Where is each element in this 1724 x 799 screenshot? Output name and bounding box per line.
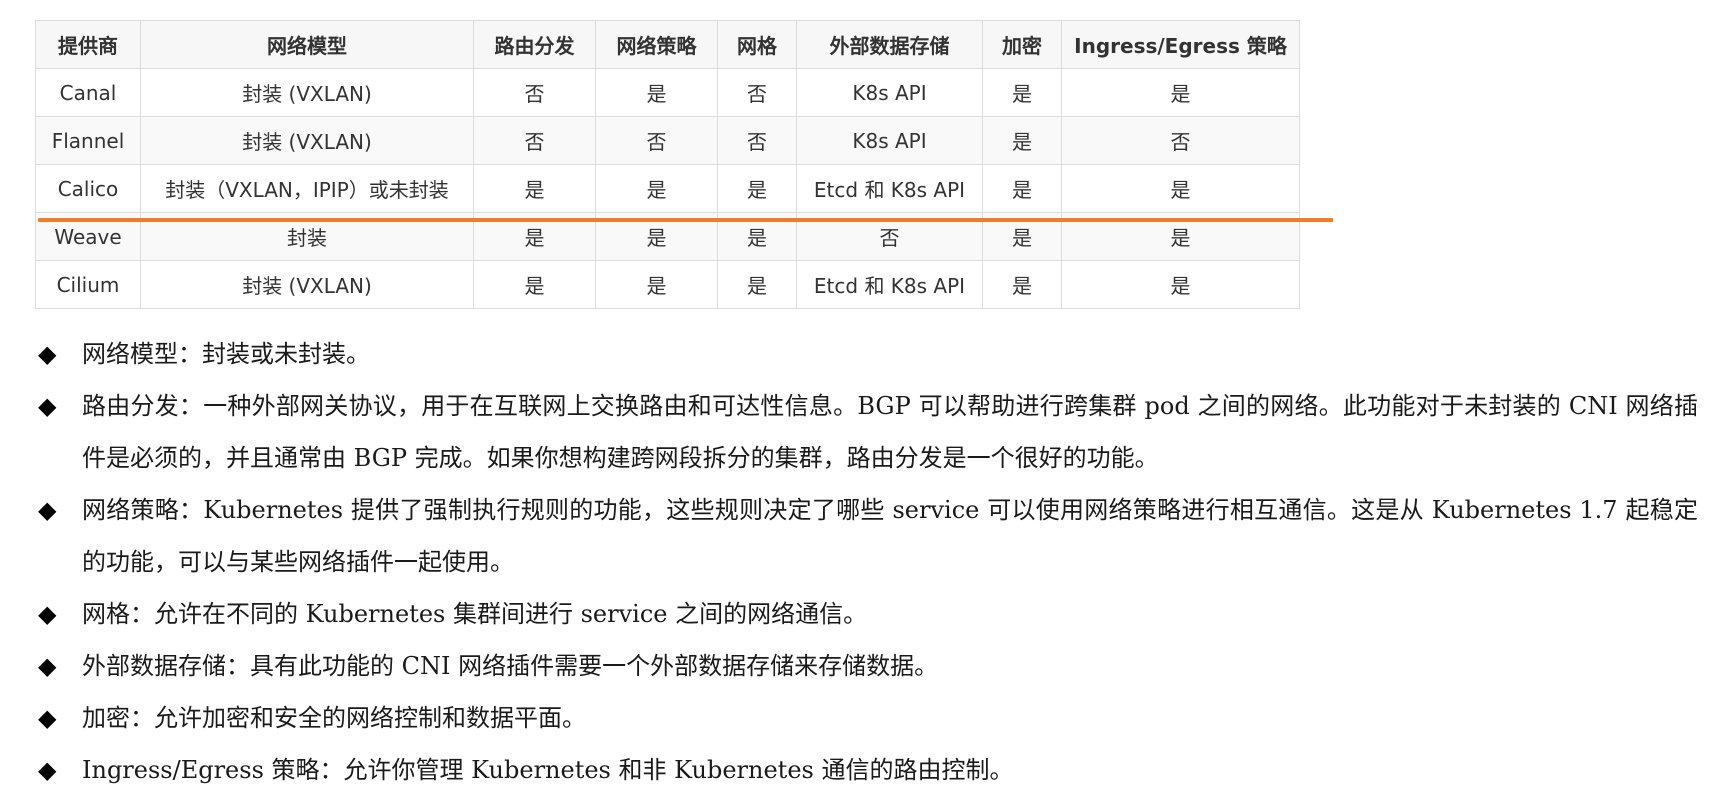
header-mesh: 网格 [717,20,797,69]
diamond-bullet-icon: ◆ [38,392,57,420]
note-mesh: 网格：允许在不同的 Kubernetes 集群间进行 service 之间的网络… [82,600,868,628]
list-item: ◆ 外部数据存储：具有此功能的 CNI 网络插件需要一个外部数据存储来存储数据。 [38,640,1698,692]
note-network-model: 网络模型：封装或未封装。 [82,340,370,368]
header-network-policy: 网络策略 [595,20,718,69]
table-cell: 是 [1061,260,1300,309]
table-cell: Flannel [35,116,141,165]
table-cell: 是 [717,260,797,309]
table-row-calico: Calico 封装（VXLAN，IPIP）或未封装 是 是 是 Etcd 和 K… [35,164,1300,213]
header-provider: 提供商 [35,20,141,69]
cni-comparison-table-wrapper: 提供商 网络模型 路由分发 网络策略 网格 外部数据存储 加密 Ingress/… [35,20,1300,309]
list-item: ◆ 路由分发：一种外部网关协议，用于在互联网上交换路由和可达性信息。BGP 可以… [38,380,1698,484]
table-cell: Etcd 和 K8s API [796,164,983,213]
table-cell: K8s API [796,68,983,117]
table-cell: 是 [982,260,1062,309]
table-cell: Cilium [35,260,141,309]
list-item: ◆ 网格：允许在不同的 Kubernetes 集群间进行 service 之间的… [38,588,1698,640]
table-cell: K8s API [796,116,983,165]
note-route-distribution: 路由分发：一种外部网关协议，用于在互联网上交换路由和可达性信息。BGP 可以帮助… [82,392,1698,472]
table-cell: 封装 (VXLAN) [140,260,474,309]
diamond-bullet-icon: ◆ [38,652,57,680]
list-item: ◆ Ingress/Egress 策略：允许你管理 Kubernetes 和非 … [38,744,1698,796]
header-network-model: 网络模型 [140,20,474,69]
diamond-bullet-icon: ◆ [38,340,57,368]
table-cell: 否 [473,116,596,165]
table-cell: 是 [473,260,596,309]
diamond-bullet-icon: ◆ [38,496,57,524]
list-item: ◆ 加密：允许加密和安全的网络控制和数据平面。 [38,692,1698,744]
table-cell: Etcd 和 K8s API [796,260,983,309]
list-item: ◆ 网络策略：Kubernetes 提供了强制执行规则的功能，这些规则决定了哪些… [38,484,1698,588]
feature-notes-list: ◆ 网络模型：封装或未封装。 ◆ 路由分发：一种外部网关协议，用于在互联网上交换… [38,328,1698,796]
header-external-datastore: 外部数据存储 [796,20,983,69]
table-cell: 是 [1061,164,1300,213]
note-external-datastore: 外部数据存储：具有此功能的 CNI 网络插件需要一个外部数据存储来存储数据。 [82,652,939,680]
table-row-cilium: Cilium 封装 (VXLAN) 是 是 是 Etcd 和 K8s API 是… [35,260,1300,309]
cni-comparison-table: 提供商 网络模型 路由分发 网络策略 网格 外部数据存储 加密 Ingress/… [35,20,1300,309]
table-cell: 封装 (VXLAN) [140,68,474,117]
diamond-bullet-icon: ◆ [38,704,57,732]
table-cell: 是 [982,116,1062,165]
diamond-bullet-icon: ◆ [38,756,57,784]
table-cell: 是 [982,68,1062,117]
note-encryption: 加密：允许加密和安全的网络控制和数据平面。 [82,704,586,732]
table-cell: 封装（VXLAN，IPIP）或未封装 [140,164,474,213]
header-encryption: 加密 [982,20,1062,69]
table-cell: 封装 (VXLAN) [140,116,474,165]
note-ingress-egress: Ingress/Egress 策略：允许你管理 Kubernetes 和非 Ku… [82,756,1014,784]
table-row-canal: Canal 封装 (VXLAN) 否 是 否 K8s API 是 是 [35,68,1300,117]
table-cell: 是 [595,164,718,213]
header-route-distribution: 路由分发 [473,20,596,69]
table-cell: 否 [1061,116,1300,165]
table-cell: 是 [717,164,797,213]
table-cell: 是 [982,164,1062,213]
table-cell: 是 [1061,68,1300,117]
table-cell: Canal [35,68,141,117]
table-cell: 否 [595,116,718,165]
header-ingress-egress-policy: Ingress/Egress 策略 [1061,20,1300,69]
table-row-flannel: Flannel 封装 (VXLAN) 否 否 否 K8s API 是 否 [35,116,1300,165]
highlight-underline [38,218,1333,222]
note-network-policy: 网络策略：Kubernetes 提供了强制执行规则的功能，这些规则决定了哪些 s… [82,496,1698,576]
table-cell: 否 [717,116,797,165]
table-cell: 是 [595,260,718,309]
table-cell: 是 [473,164,596,213]
table-cell: 否 [473,68,596,117]
table-cell: 否 [717,68,797,117]
diamond-bullet-icon: ◆ [38,600,57,628]
table-header-row: 提供商 网络模型 路由分发 网络策略 网格 外部数据存储 加密 Ingress/… [35,20,1300,69]
list-item: ◆ 网络模型：封装或未封装。 [38,328,1698,380]
table-cell: Calico [35,164,141,213]
table-cell: 是 [595,68,718,117]
